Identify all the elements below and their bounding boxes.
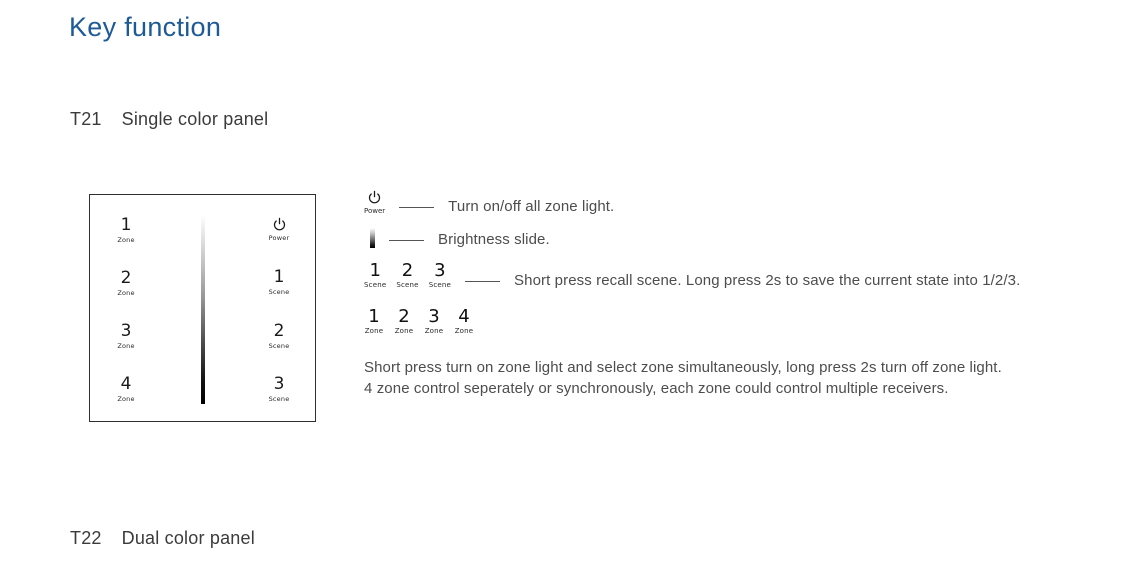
- panel-key-zone-2[interactable]: 2 Zone: [117, 270, 134, 297]
- panel-key-zone-1[interactable]: 1 Zone: [117, 217, 134, 244]
- panel-key-scene-1-number: 1: [273, 266, 285, 287]
- legend-key-zone-2-number: 2: [398, 306, 410, 327]
- panel-zone-key-column: 1 Zone 2 Zone 3 Zone 4 Zone: [94, 217, 158, 403]
- panel-key-zone-1-label: Zone: [117, 236, 135, 244]
- panel-key-power-label: Power: [268, 234, 290, 242]
- legend-zone-paragraph-line2: 4 zone control seperately or synchronous…: [364, 380, 949, 398]
- legend-zone-keys: 1 Zone 2 Zone 3 Zone 4 Zone: [364, 308, 474, 335]
- legend-dash-icon: [389, 239, 424, 241]
- brightness-slider[interactable]: [200, 216, 205, 404]
- panel-key-scene-3[interactable]: 3 Scene: [269, 376, 290, 403]
- section-heading-t21: T21 Single color panel: [70, 109, 268, 130]
- legend-scene-keys: 1 Scene 2 Scene 3 Scene: [364, 262, 451, 289]
- legend-zone-paragraph: Short press turn on zone light and selec…: [364, 357, 1104, 400]
- panel-key-scene-3-number: 3: [273, 374, 285, 395]
- legend-dash-icon: [465, 280, 501, 282]
- device-panel-t21: 1 Zone 2 Zone 3 Zone 4 Zone Power 1 Scen…: [89, 194, 316, 422]
- legend-key-zone-4: 4 Zone: [454, 308, 474, 335]
- legend-key-scene-1-label: Scene: [364, 281, 387, 289]
- legend-key-zone-4-number: 4: [458, 306, 470, 327]
- legend-key-scene-1: 1 Scene: [364, 262, 386, 289]
- legend-row-scene: 1 Scene 2 Scene 3 Scene Short press reca…: [364, 262, 1021, 290]
- legend-brightness-description: Brightness slide.: [438, 231, 550, 248]
- panel-key-scene-2-number: 2: [273, 320, 285, 341]
- legend-power-label: Power: [364, 207, 386, 215]
- power-icon: [367, 190, 382, 205]
- legend-key-zone-1: 1 Zone: [364, 308, 384, 335]
- panel-key-power[interactable]: Power: [269, 217, 290, 242]
- panel-key-scene-1[interactable]: 1 Scene: [268, 266, 290, 296]
- model-name-t21: Single color panel: [121, 109, 269, 129]
- model-code-t22: T22: [70, 528, 102, 548]
- legend-key-scene-3-number: 3: [434, 260, 446, 281]
- panel-key-zone-4-number: 4: [120, 374, 132, 395]
- legend-key-zone-2: 2 Zone: [394, 308, 414, 335]
- legend-power-key: Power: [364, 190, 385, 215]
- panel-key-scene-2[interactable]: 2 Scene: [268, 320, 290, 350]
- panel-key-zone-2-label: Zone: [117, 289, 135, 298]
- panel-key-zone-3-number: 3: [120, 321, 132, 342]
- panel-scene-key-column: Power 1 Scene 2 Scene 3 Scene: [247, 217, 311, 403]
- legend-key-scene-3-label: Scene: [428, 281, 452, 289]
- legend-key-zone-3: 3 Zone: [424, 308, 444, 335]
- panel-key-zone-3-label: Zone: [117, 342, 135, 351]
- panel-key-zone-3[interactable]: 3 Zone: [117, 323, 134, 350]
- model-code-t21: T21: [70, 109, 102, 129]
- page-title: Key function: [69, 12, 222, 42]
- legend-key-scene-3: 3 Scene: [429, 262, 451, 289]
- panel-key-scene-2-label: Scene: [268, 341, 290, 350]
- legend-key-zone-1-label: Zone: [364, 327, 384, 335]
- power-icon: [272, 217, 287, 232]
- legend-key-scene-1-number: 1: [369, 260, 381, 281]
- legend-key-zone-3-label: Zone: [424, 327, 444, 335]
- panel-key-scene-3-label: Scene: [268, 395, 290, 404]
- legend-key-zone-1-number: 1: [368, 306, 380, 327]
- legend-dash-icon: [399, 206, 435, 208]
- brightness-gradient-icon: [370, 228, 375, 248]
- model-name-t22: Dual color panel: [121, 528, 255, 548]
- legend-power-description: Turn on/off all zone light.: [448, 198, 615, 215]
- section-heading-t22: T22 Dual color panel: [70, 528, 255, 549]
- legend-key-zone-2-label: Zone: [394, 327, 414, 335]
- legend-zone-paragraph-line1: Short press turn on zone light and selec…: [364, 359, 1002, 376]
- legend-key-scene-2-label: Scene: [396, 281, 419, 289]
- legend-row-power: Power Turn on/off all zone light.: [364, 190, 614, 215]
- legend-key-zone-4-label: Zone: [454, 327, 474, 335]
- legend-key-scene-2: 2 Scene: [396, 262, 418, 289]
- legend-row-zone: 1 Zone 2 Zone 3 Zone 4 Zone: [364, 308, 474, 335]
- panel-key-zone-2-number: 2: [120, 268, 132, 289]
- panel-key-zone-1-number: 1: [120, 215, 132, 235]
- legend-row-brightness: Brightness slide.: [364, 228, 550, 248]
- legend-scene-description: Short press recall scene. Long press 2s …: [514, 272, 1021, 289]
- panel-key-zone-4[interactable]: 4 Zone: [117, 376, 134, 403]
- panel-key-scene-1-label: Scene: [268, 287, 290, 296]
- legend-key-scene-2-number: 2: [401, 260, 414, 281]
- panel-key-zone-4-label: Zone: [117, 395, 135, 404]
- legend-key-zone-3-number: 3: [428, 306, 440, 327]
